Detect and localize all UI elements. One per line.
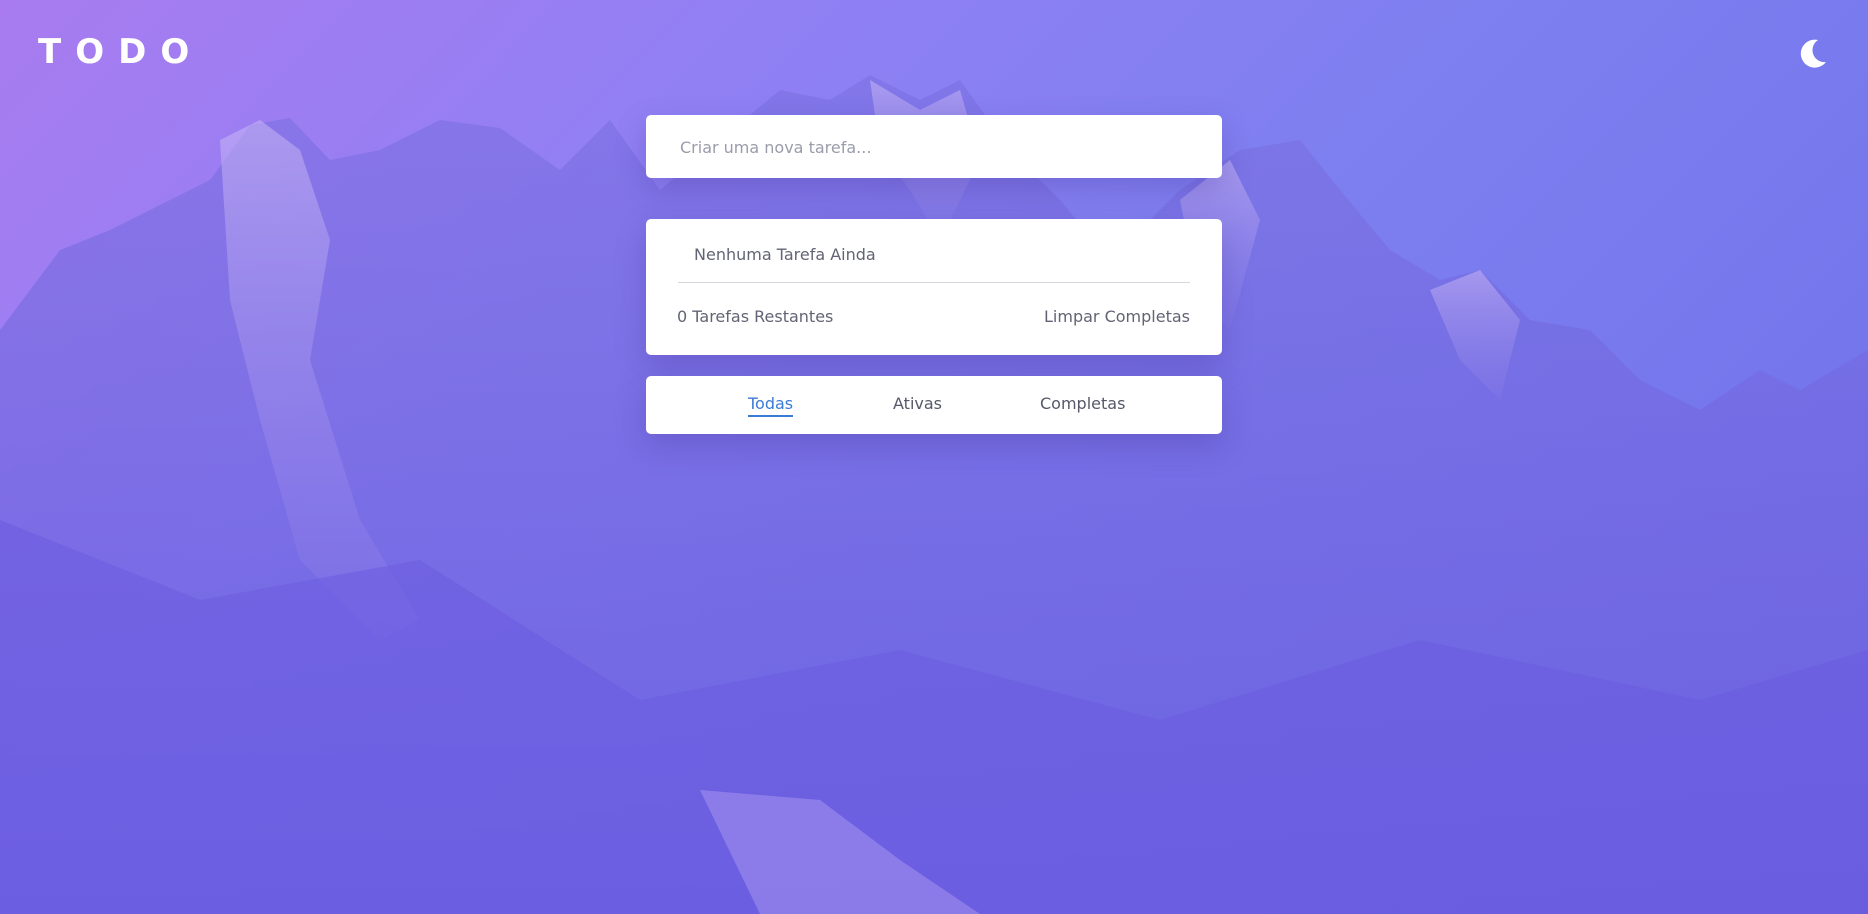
filter-bar: Todas Ativas Completas xyxy=(646,376,1222,434)
moon-icon[interactable] xyxy=(1796,36,1830,70)
list-divider xyxy=(678,282,1190,283)
remaining-count: 0 Tarefas Restantes xyxy=(677,307,834,326)
empty-list-message: Nenhuma Tarefa Ainda xyxy=(694,245,876,264)
filter-active-tab[interactable]: Ativas xyxy=(893,394,942,413)
task-list-card: Nenhuma Tarefa Ainda 0 Tarefas Restantes… xyxy=(646,219,1222,355)
filter-all-tab[interactable]: Todas xyxy=(748,394,794,417)
app-page: TODO Nenhuma Tarefa Ainda 0 Tarefas Rest… xyxy=(0,0,1868,914)
clear-completed-button[interactable]: Limpar Completas xyxy=(1044,307,1190,326)
filter-completed-tab[interactable]: Completas xyxy=(1040,394,1125,413)
new-task-card xyxy=(646,115,1222,180)
app-title: TODO xyxy=(38,32,204,72)
new-task-input[interactable] xyxy=(678,115,1202,180)
